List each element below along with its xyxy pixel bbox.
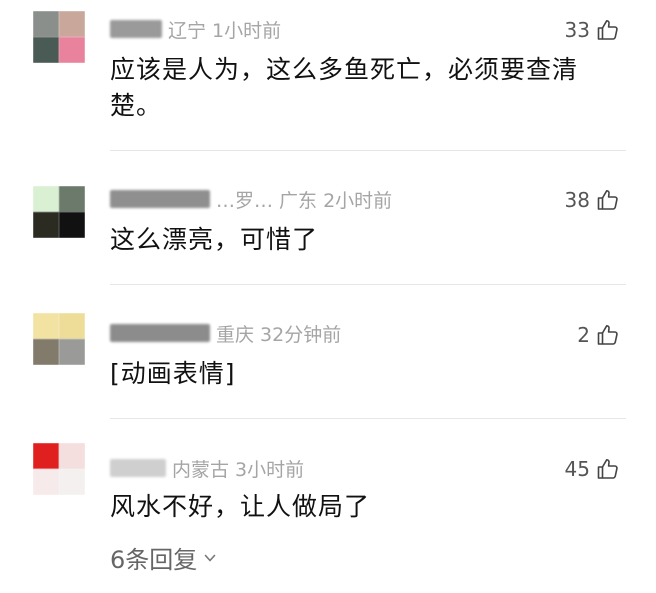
thumbs-up-icon [597,325,618,345]
avatar-pixel [59,339,85,365]
like-count: 33 [564,18,590,42]
divider [110,418,626,419]
comment-text: 应该是人为，这么多鱼死亡，必须要查清楚。 [110,55,579,120]
comment-text: 风水不好，让人做局了 [110,492,371,521]
username-redacted[interactable] [110,459,166,477]
meta-text: 重庆 32分钟前 [216,323,342,346]
avatar-pixel [33,469,59,495]
replies-label: 6条回复 [110,545,198,574]
divider [110,150,626,151]
chevron-down-icon [204,554,216,562]
thumbs-up-icon [597,459,618,479]
username-redacted[interactable] [110,324,210,342]
avatar[interactable] [33,11,85,63]
avatar-pixel [59,37,85,63]
comment-meta: 重庆 32分钟前 [110,320,341,346]
avatar[interactable] [33,186,85,238]
avatar-pixel [33,313,59,339]
avatar-pixel [59,212,85,238]
like-count: 45 [564,457,590,481]
thumbs-up-icon [597,190,618,210]
like-button[interactable]: 38 [565,186,620,214]
avatar-pixel [59,11,85,37]
like-button[interactable]: 2 [577,321,620,349]
comment-meta: 辽宁 1小时前 [110,16,281,42]
meta-text: 辽宁 1小时前 [168,19,282,42]
avatar-pixel [33,339,59,365]
meta-text: …罗… 广东 2小时前 [216,189,393,212]
like-button[interactable]: 33 [565,16,620,44]
avatar-pixel [33,37,59,63]
like-count: 38 [564,188,590,212]
comment-meta: …罗… 广东 2小时前 [110,186,392,212]
avatar-pixel [59,186,85,212]
view-replies-button[interactable]: 6条回复 [110,540,217,574]
comment-meta: 内蒙古 3小时前 [110,455,304,481]
comment-text: [动画表情] [110,359,236,388]
avatar-pixel [33,186,59,212]
avatar-pixel [59,443,85,469]
comment-text: 这么漂亮，可惜了 [110,225,319,254]
avatar-pixel [33,443,59,469]
like-count: 2 [577,323,590,347]
avatar-pixel [33,212,59,238]
avatar[interactable] [33,313,85,365]
avatar-pixel [33,11,59,37]
meta-text: 内蒙古 3小时前 [172,458,305,481]
divider [110,284,626,285]
thumbs-up-icon [597,20,618,40]
username-redacted[interactable] [110,190,210,208]
like-button[interactable]: 45 [565,455,620,483]
username-redacted[interactable] [110,20,162,38]
avatar[interactable] [33,443,85,495]
avatar-pixel [59,313,85,339]
avatar-pixel [59,469,85,495]
